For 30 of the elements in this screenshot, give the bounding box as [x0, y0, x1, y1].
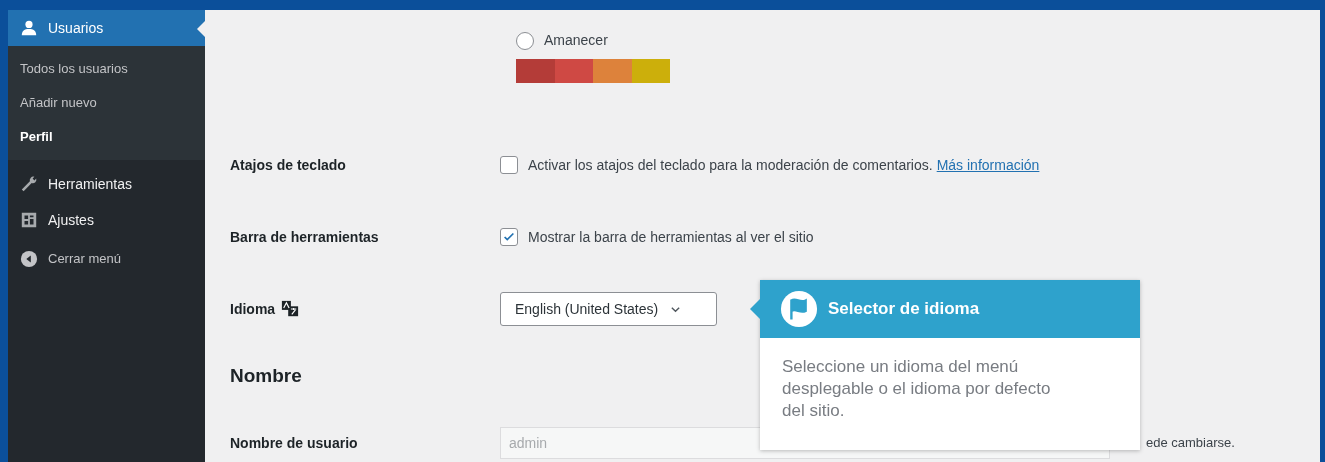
checkmark-icon [502, 230, 516, 244]
menu-item[interactable]: Ajustes [8, 202, 205, 238]
wrench-icon [20, 175, 38, 193]
submenu-item[interactable]: Todos los usuarios [8, 58, 205, 80]
person-icon [20, 19, 38, 37]
submenu-item[interactable]: Añadir nuevo [8, 92, 205, 114]
tooltip-text: Seleccione un idioma del menú desplegable o el idioma por defecto del sitio. [781, 356, 1052, 422]
field-label: Nombre de usuario [230, 433, 358, 453]
menu-item[interactable]: Usuarios [8, 10, 205, 46]
checkbox-label: Activar los atajos del teclado para la moderación de comentarios. [528, 155, 933, 175]
collapse-icon [20, 250, 38, 268]
radio-label: Amanecer [544, 31, 608, 50]
language-select[interactable]: English (United States) [500, 292, 717, 326]
checkbox[interactable] [500, 228, 518, 246]
field-label: Atajos de teclado [230, 155, 346, 175]
more-info-link[interactable]: Más información [936, 154, 1040, 176]
field-label: Barra de herramientas [230, 227, 379, 247]
field-description: ede cambiarse. [1146, 434, 1235, 453]
checkbox-label: Mostrar la barra de herramientas al ver el sitio [528, 227, 814, 247]
menu-item[interactable]: Herramientas [8, 166, 205, 202]
translation-icon [280, 300, 301, 318]
tooltip-title: Selector de idioma [828, 298, 980, 321]
flag-icon [780, 290, 818, 328]
submenu-item[interactable]: Perfil [8, 126, 205, 148]
section-heading: Nombre [230, 363, 302, 388]
radio-button[interactable] [516, 31, 534, 50]
field-label: Idioma [230, 299, 276, 319]
collapse-menu-button[interactable]: Cerrar menú [8, 238, 205, 280]
checkbox[interactable] [500, 156, 518, 174]
grid-icon [20, 211, 38, 229]
